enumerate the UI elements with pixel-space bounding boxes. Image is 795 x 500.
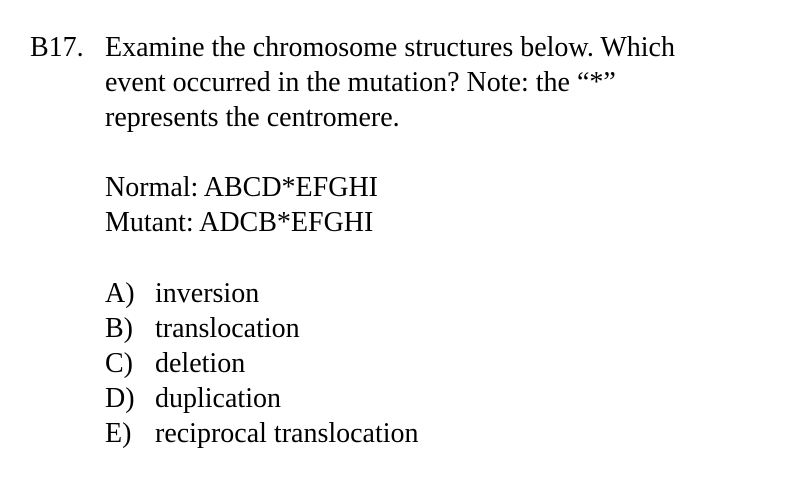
option-letter: A) xyxy=(105,278,135,309)
option-letter: E) xyxy=(105,418,132,449)
answer-options: A) inversion B) translocation C) deletio… xyxy=(105,276,419,451)
option-text: inversion xyxy=(155,278,260,309)
option-text: reciprocal translocation xyxy=(155,418,419,449)
mutant-sequence: Mutant: ADCB*EFGHI xyxy=(105,207,374,238)
stem-line: Examine the chromosome structures below.… xyxy=(105,32,675,63)
option-e: E) reciprocal translocation xyxy=(105,416,419,451)
option-text: duplication xyxy=(155,383,281,414)
question-block: B17. Examine the chromosome structures b… xyxy=(0,0,795,500)
option-letter: C) xyxy=(105,348,133,379)
question-stem: Examine the chromosome structures below.… xyxy=(105,30,775,135)
option-b: B) translocation xyxy=(105,311,419,346)
option-text: translocation xyxy=(155,313,300,344)
normal-sequence: Normal: ABCD*EFGHI xyxy=(105,172,378,203)
stem-line: event occurred in the mutation? Note: th… xyxy=(105,67,616,98)
question-number: B17. xyxy=(30,32,84,63)
option-text: deletion xyxy=(155,348,246,379)
stem-line: represents the centromere. xyxy=(105,102,400,133)
option-d: D) duplication xyxy=(105,381,419,416)
option-letter: B) xyxy=(105,313,133,344)
option-letter: D) xyxy=(105,383,135,414)
option-a: A) inversion xyxy=(105,276,419,311)
option-c: C) deletion xyxy=(105,346,419,381)
chromosome-sequences: Normal: ABCD*EFGHI Mutant: ADCB*EFGHI xyxy=(105,170,378,240)
